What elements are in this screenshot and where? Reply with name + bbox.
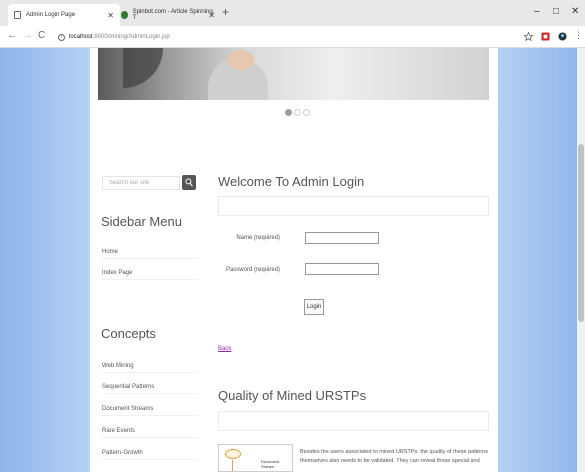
content-panel: Sidebar Menu Home Index Page Concepts We… xyxy=(90,48,498,472)
login-heading-bar xyxy=(218,196,489,216)
menu-kebab-icon[interactable]: ⋮ xyxy=(574,30,583,41)
minimize-button[interactable]: – xyxy=(534,6,540,17)
login-button[interactable]: Login xyxy=(304,299,324,315)
slider-dot[interactable] xyxy=(294,109,301,116)
back-arrow-icon[interactable]: ← xyxy=(7,30,17,41)
concept-item-web-mining[interactable]: Web Mining xyxy=(102,363,198,373)
article-diagram-image: Document Stream xyxy=(218,444,293,472)
bookmark-star-icon[interactable] xyxy=(524,32,533,41)
sidebar-menu-heading: Sidebar Menu xyxy=(101,214,182,229)
page-viewport: Sidebar Menu Home Index Page Concepts We… xyxy=(0,48,585,472)
new-tab-button[interactable]: + xyxy=(222,5,229,19)
maximize-button[interactable]: □ xyxy=(553,6,559,17)
back-link[interactable]: Back xyxy=(218,346,231,352)
close-window-button[interactable]: ✕ xyxy=(571,6,579,17)
name-input[interactable] xyxy=(305,232,379,244)
name-label: Name (required) xyxy=(236,235,280,241)
article-paragraph: Besides the users associated to mined UR… xyxy=(300,449,488,464)
search-button[interactable] xyxy=(182,175,196,190)
close-tab-icon[interactable]: ✕ xyxy=(107,11,114,20)
search-input[interactable] xyxy=(102,176,180,190)
document-icon xyxy=(14,11,21,19)
search-icon xyxy=(185,178,193,187)
slider-dot[interactable] xyxy=(285,109,292,116)
quality-heading-bar xyxy=(218,411,489,431)
concept-item-rare-events[interactable]: Rare Events xyxy=(102,428,198,438)
reload-icon[interactable]: C xyxy=(38,30,45,41)
concepts-heading: Concepts xyxy=(101,326,156,341)
spinbot-icon xyxy=(121,11,128,19)
concept-item-sequential-patterns[interactable]: Sequential Patterns xyxy=(102,384,198,394)
sidebar-item-index-page[interactable]: Index Page xyxy=(102,270,198,280)
tab-admin-login[interactable]: Admin Login Page ✕ xyxy=(8,4,120,26)
password-input[interactable] xyxy=(305,263,379,275)
password-label: Password (required) xyxy=(225,267,280,273)
quality-heading: Quality of Mined URSTPs xyxy=(218,388,367,403)
browser-toolbar: ← → C i localhost:8000/mining/AdminLogin… xyxy=(0,26,585,48)
vertical-scrollbar[interactable] xyxy=(577,48,585,472)
slider-dot[interactable] xyxy=(303,109,310,116)
login-heading: Welcome To Admin Login xyxy=(218,174,365,189)
url-path: :8000/mining/AdminLogin.jsp xyxy=(92,34,170,40)
forward-arrow-icon[interactable]: → xyxy=(22,30,32,41)
scrollbar-thumb[interactable] xyxy=(578,144,584,322)
info-icon[interactable]: i xyxy=(58,33,65,41)
address-bar[interactable]: i localhost:8000/mining/AdminLogin.jsp xyxy=(58,29,518,45)
sidebar-item-home[interactable]: Home xyxy=(102,249,198,259)
tab-spinbot[interactable]: Spinbot.com - Article Spinning, T ✕ xyxy=(115,4,221,26)
tab-title: Spinbot.com - Article Spinning, T xyxy=(132,9,215,21)
close-tab-icon[interactable]: ✕ xyxy=(208,11,215,20)
concept-item-document-streams[interactable]: Document Streams xyxy=(102,406,198,416)
url-host: localhost xyxy=(69,34,93,40)
hero-banner-image xyxy=(98,48,489,100)
extension-icon[interactable] xyxy=(541,32,550,41)
article-image-label: Document Stream xyxy=(261,459,280,469)
slider-dots xyxy=(285,109,310,116)
browser-tab-strip: Admin Login Page ✕ Spinbot.com - Article… xyxy=(0,0,585,26)
profile-avatar-icon[interactable] xyxy=(558,32,567,41)
concept-item-pattern-growth[interactable]: Pattern-Growth xyxy=(102,450,198,460)
tab-title: Admin Login Page xyxy=(26,12,76,18)
